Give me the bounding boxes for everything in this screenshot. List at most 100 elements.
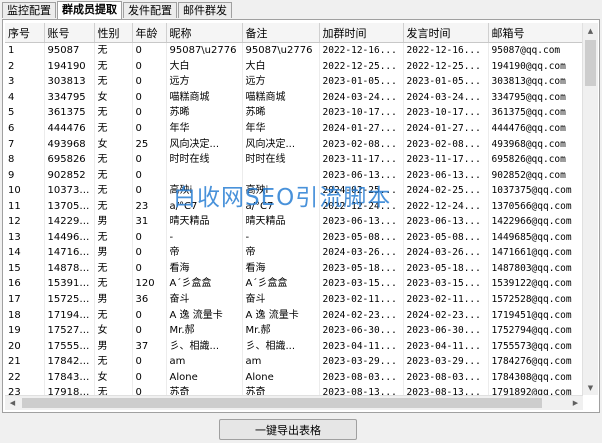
cell-nickname: 晴天精品 [166,214,243,230]
cell-speak-time: 2023-02-11... [403,291,489,308]
cell-account: 493968 [44,136,95,152]
table-row[interactable]: 9 902852 无 0 2023-06-13... 2023-06-13... 90285… [5,167,583,183]
cell-gender: 无 [94,167,133,183]
table-row[interactable]: 21 1784276 无 0 am am 2023-03-29... 2023-03-29..… [5,353,583,370]
vertical-scroll-thumb[interactable] [585,40,596,86]
cell-remark: 95087\u2776 [242,42,320,59]
horizontal-scrollbar[interactable]: ◀ ▶ [5,395,583,410]
cell-nickname [166,167,243,183]
cell-nickname: a/°C7 [166,198,243,215]
cell-speak-time: 2023-06-13... [403,167,489,183]
table-row[interactable]: 8 695826 无 0 时时在线 时时在线 2023-11-17... 2023-11-17… [5,151,583,168]
col-header-remark[interactable]: 备注 [242,23,320,43]
cell-nickname: A 逸 流量卡 [166,307,243,323]
member-table-container: 序号 账号 性别 年龄 昵称 备注 加群时间 发言时间 邮箱号 1 95087 无 0… [5,23,583,395]
cell-join-time: 2023-04-11... [319,338,404,354]
tab-sender-config[interactable]: 发件配置 [123,2,177,18]
cell-nickname: 苏奇 [166,385,243,395]
cell-email: 1784276@qq.com [488,353,583,370]
cell-gender: 男 [94,291,133,308]
table-row[interactable]: 12 1422966 男 31 晴天精品 晴天精品 2023-06-13... 2023-06… [5,214,583,230]
tab-member-extract[interactable]: 群成员提取 [57,1,122,19]
export-table-button[interactable]: 一键导出表格 [219,419,357,440]
cell-account: 303813 [44,74,95,90]
cell-remark: A 逸 流量卡 [242,307,320,323]
col-header-join-time[interactable]: 加群时间 [319,23,404,43]
cell-gender: 女 [94,136,133,152]
cell-age: 31 [132,214,167,230]
col-header-age[interactable]: 年龄 [132,23,167,43]
cell-gender: 无 [94,120,133,137]
cell-gender: 无 [94,353,133,370]
cell-age: 0 [132,229,167,246]
cell-speak-time: 2022-12-24... [403,198,489,215]
cell-remark: - [242,229,320,246]
table-row[interactable]: 17 1572528 男 36 奋斗 奋斗 2023-02-11... 2023-02-11.… [5,291,583,308]
cell-email: 1572528@qq.com [488,291,583,308]
cell-remark: Mr.郝 [242,322,320,339]
table-row[interactable]: 2 194190 无 0 大白 大白 2022-12-25... 2022-12-25... 1… [5,58,583,75]
cell-remark: 奋斗 [242,291,320,308]
vertical-scrollbar[interactable]: ▲ ▼ [582,23,598,395]
cell-index: 15 [5,260,45,277]
cell-age: 0 [132,322,167,339]
horizontal-scroll-thumb[interactable] [22,398,542,408]
cell-nickname: 喵糕商城 [166,89,243,106]
table-row[interactable]: 18 1719451 无 0 A 逸 流量卡 A 逸 流量卡 2024-02-23... 20… [5,307,583,323]
col-header-nickname[interactable]: 昵称 [166,23,243,43]
table-row[interactable]: 14 1471661 男 0 帝帝 2024-03-26... 2024-03-26... 1… [5,245,583,261]
cell-index: 19 [5,322,45,339]
table-row[interactable]: 15 1487803 无 0 看海 看海 2023-05-18... 2023-05-18..… [5,260,583,277]
cell-email: 194190@qq.com [488,58,583,75]
table-row[interactable]: 5 361375 无 0 苏晞 苏晞 2023-10-17... 2023-10-17... 3… [5,105,583,121]
col-header-account[interactable]: 账号 [44,23,95,43]
table-row[interactable]: 13 1449685 无 0- -2023-05-08... 2023-05-08... 1… [5,229,583,246]
cell-index: 5 [5,105,45,121]
table-row[interactable]: 16 1539122 无 120 A´彡盒盒 A´彡盒盒 2023-03-15... 2023… [5,276,583,292]
cell-index: 12 [5,214,45,230]
scroll-left-arrow-icon[interactable]: ◀ [5,396,20,410]
table-row[interactable]: 19 1752794 女 0 Mr.郝 Mr.郝 2023-06-30... 2023-06-… [5,322,583,339]
table-row[interactable]: 23 1791892 无 0 苏奇 苏奇 2023-08-13... 2023-08-13..… [5,385,583,395]
col-header-gender[interactable]: 性别 [94,23,133,43]
cell-email: 1784308@qq.com [488,369,583,386]
table-row[interactable]: 7 493968 女 25 风向决定... 风向决定... 2023-02-08... 202… [5,136,583,152]
cell-gender: 无 [94,198,133,215]
cell-index: 2 [5,58,45,75]
cell-join-time: 2023-02-08... [319,136,404,152]
cell-remark: 晴天精品 [242,214,320,230]
scroll-right-arrow-icon[interactable]: ▶ [568,396,583,410]
table-row[interactable]: 20 1755573 男 37 彡、相識... 彡、相識... 2023-04-11... 2… [5,338,583,354]
cell-speak-time: 2023-03-15... [403,276,489,292]
table-row[interactable]: 6 444476 无 0 年华 年华 2024-01-27... 2024-01-27... 4… [5,120,583,137]
table-row[interactable]: 11 1370566 无 23 a/°C7 a/°C7 2022-12-24... 2022-… [5,198,583,215]
cell-remark: 帝 [242,245,320,261]
table-row[interactable]: 10 1037375 无 0 高殃i 高殃i 2024-02-25... 2024-02-25… [5,182,583,199]
table-row[interactable]: 3 303813 无 0 远方 远方 2023-01-05... 2023-01-05... 3… [5,74,583,90]
cell-account: 1449685 [44,229,95,246]
cell-join-time: 2024-03-26... [319,245,404,261]
cell-age: 0 [132,58,167,75]
cell-age: 0 [132,120,167,137]
col-header-speak-time[interactable]: 发言时间 [403,23,489,43]
tab-mass-mail[interactable]: 邮件群发 [178,2,232,18]
cell-account: 194190 [44,58,95,75]
cell-email: 695826@qq.com [488,151,583,168]
scroll-down-arrow-icon[interactable]: ▼ [583,380,598,395]
tab-monitor-config[interactable]: 监控配置 [2,2,56,18]
scroll-up-arrow-icon[interactable]: ▲ [583,23,598,38]
cell-email: 1539122@qq.com [488,276,583,292]
cell-account: 444476 [44,120,95,137]
cell-email: 1422966@qq.com [488,214,583,230]
table-row[interactable]: 22 1784308 女 0 Alone Alone 2023-08-03... 2023-0… [5,369,583,386]
cell-gender: 无 [94,260,133,277]
cell-account: 361375 [44,105,95,121]
col-header-index[interactable]: 序号 [5,23,45,43]
table-row[interactable]: 1 95087 无 0 95087\u2776 95087\u2776 2022-12-16… [5,42,583,59]
cell-speak-time: 2024-02-25... [403,182,489,199]
table-row[interactable]: 4 334795 女 0 喵糕商城 喵糕商城 2024-03-24... 2024-03-24… [5,89,583,106]
cell-speak-time: 2024-02-23... [403,307,489,323]
col-header-email[interactable]: 邮箱号 [488,23,583,43]
cell-index: 16 [5,276,45,292]
cell-gender: 无 [94,307,133,323]
